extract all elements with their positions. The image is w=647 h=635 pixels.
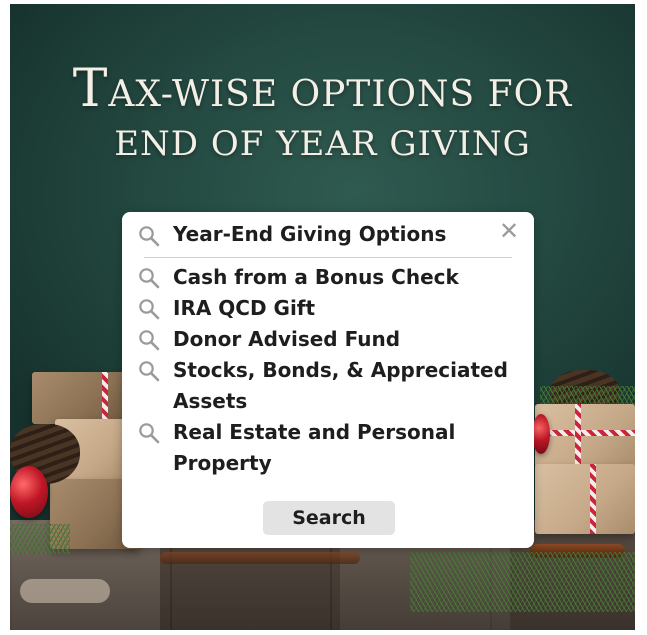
suggestion-label: Real Estate and Personal Property bbox=[173, 420, 456, 475]
headline: TAX-WISE OPTIONS FOR END OF YEAR GIVING bbox=[10, 63, 635, 170]
holiday-background: TAX-WISE OPTIONS FOR END OF YEAR GIVING … bbox=[10, 4, 635, 630]
pine-branch bbox=[10, 524, 70, 554]
search-icon bbox=[138, 298, 160, 320]
search-panel: Year-End Giving Options ✕ Cash from a Bo… bbox=[122, 212, 534, 548]
search-icon bbox=[138, 360, 160, 382]
suggestion-label: Donor Advised Fund bbox=[173, 327, 401, 351]
search-icon bbox=[138, 225, 160, 247]
suggestion-item[interactable]: Stocks, Bonds, & Appreciated Assets bbox=[122, 355, 534, 417]
headline-initial: T bbox=[72, 59, 109, 119]
red-ornament bbox=[10, 466, 48, 518]
divider bbox=[144, 257, 512, 258]
headline-line-1-text: AX-WISE OPTIONS FOR bbox=[108, 74, 573, 115]
gift-box bbox=[32, 372, 127, 424]
suggestion-label: Cash from a Bonus Check bbox=[173, 265, 459, 289]
search-query-text: Year-End Giving Options bbox=[173, 222, 447, 246]
headline-line-2: END OF YEAR GIVING bbox=[114, 124, 531, 164]
suggestion-item[interactable]: IRA QCD Gift bbox=[122, 293, 534, 324]
pine-branch bbox=[410, 552, 635, 612]
red-ornament bbox=[532, 414, 550, 454]
suggestion-label: Stocks, Bonds, & Appreciated Assets bbox=[173, 358, 508, 413]
search-button[interactable]: Search bbox=[263, 501, 395, 535]
pinecone-light bbox=[20, 579, 110, 603]
suggestion-item[interactable]: Real Estate and Personal Property bbox=[122, 417, 534, 479]
gift-box bbox=[535, 464, 635, 534]
suggestion-item[interactable]: Cash from a Bonus Check bbox=[122, 262, 534, 293]
search-icon bbox=[138, 422, 160, 444]
cinnamon-stick bbox=[160, 552, 360, 564]
headline-line-1: TAX-WISE OPTIONS FOR bbox=[10, 63, 635, 118]
search-input[interactable]: Year-End Giving Options ✕ bbox=[122, 212, 534, 258]
suggestion-list: Cash from a Bonus Check IRA QCD Gift Don… bbox=[122, 262, 534, 479]
suggestion-label: IRA QCD Gift bbox=[173, 296, 316, 320]
suggestion-item[interactable]: Donor Advised Fund bbox=[122, 324, 534, 355]
search-icon bbox=[138, 267, 160, 289]
close-icon[interactable]: ✕ bbox=[498, 219, 520, 243]
gift-box bbox=[535, 404, 635, 470]
search-icon bbox=[138, 329, 160, 351]
